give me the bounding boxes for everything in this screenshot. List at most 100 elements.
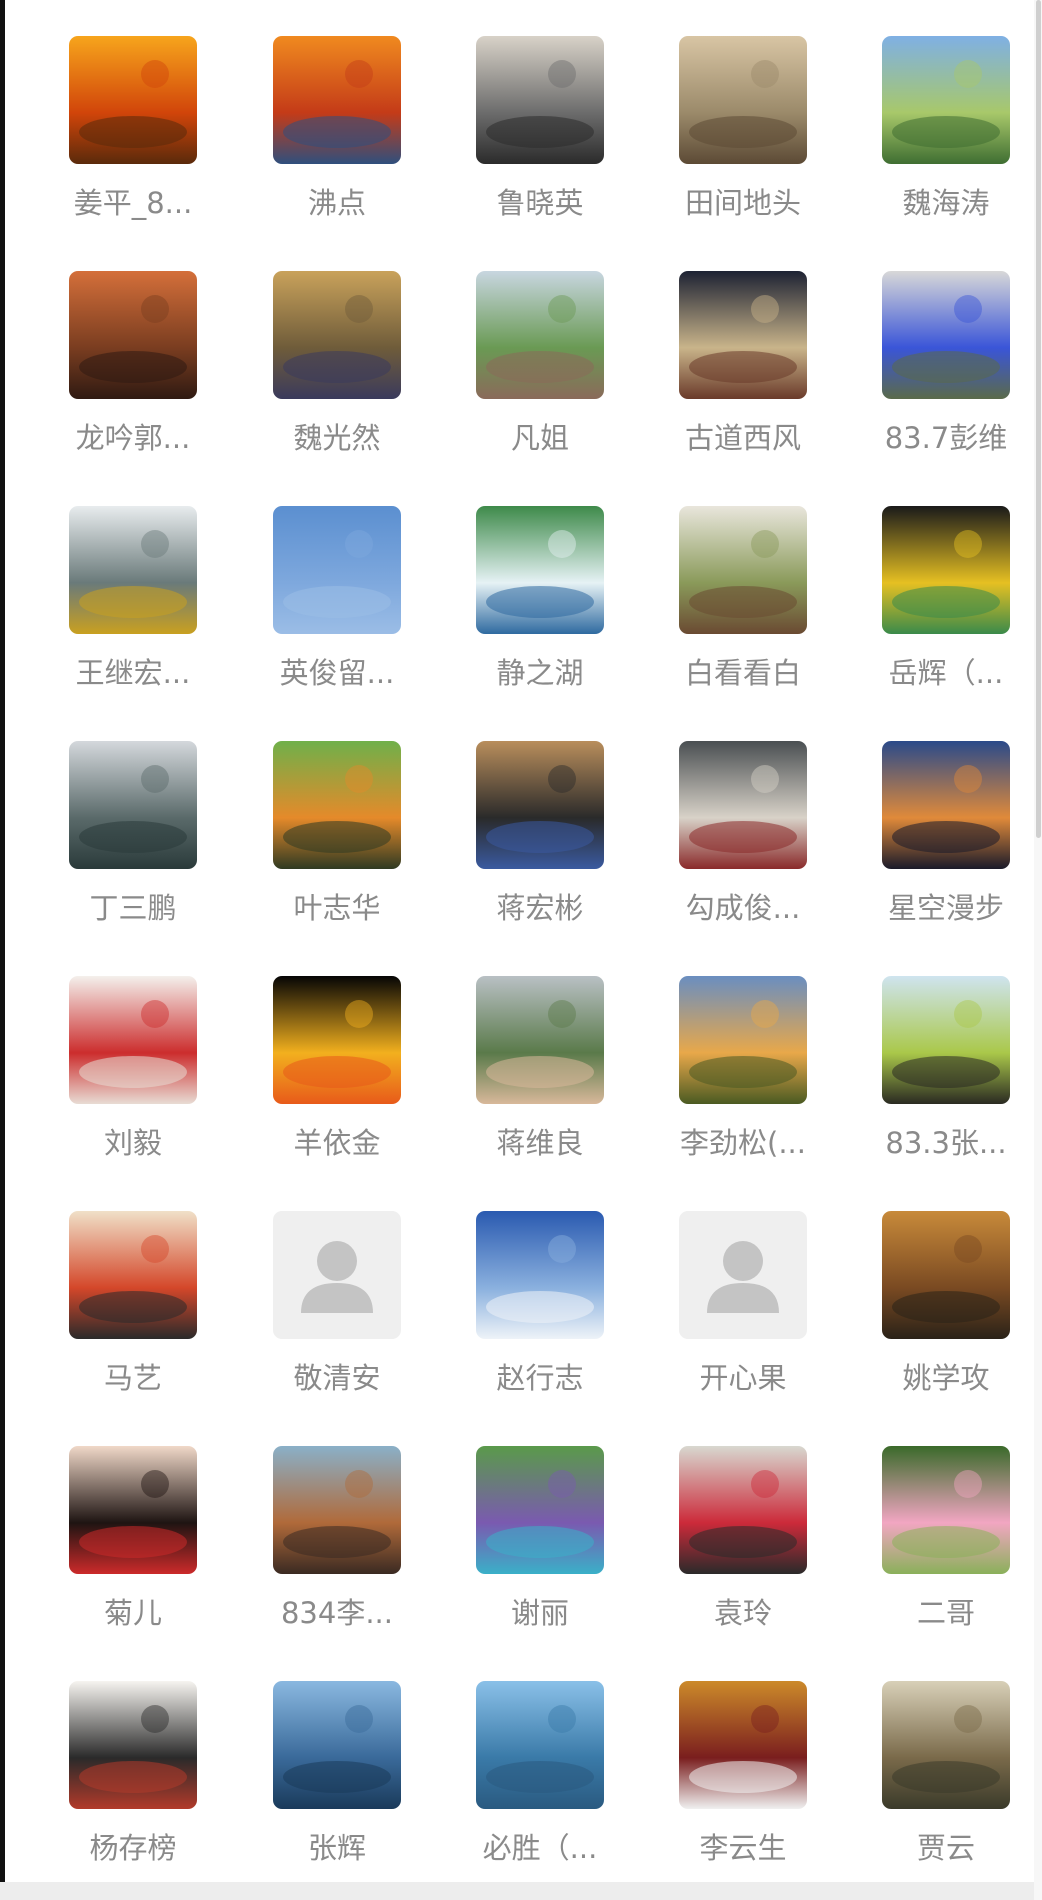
opera-art-icon bbox=[69, 1211, 197, 1339]
member-avatar[interactable] bbox=[273, 976, 401, 1104]
member-avatar[interactable] bbox=[679, 741, 807, 869]
member-avatar[interactable] bbox=[69, 271, 197, 399]
member-avatar[interactable] bbox=[476, 506, 604, 634]
member-item[interactable]: 岳辉（... bbox=[857, 506, 1037, 736]
member-item[interactable]: 马艺 bbox=[44, 1211, 224, 1441]
autumn-lake-icon bbox=[273, 1446, 401, 1574]
member-item[interactable]: 姜平_8... bbox=[44, 36, 224, 266]
member-item[interactable]: 李劲松(... bbox=[654, 976, 834, 1206]
member-avatar[interactable] bbox=[476, 1446, 604, 1574]
member-item[interactable]: 星空漫步 bbox=[857, 741, 1037, 971]
member-name: 贾云 bbox=[916, 1831, 975, 1865]
member-name: 英俊留... bbox=[279, 656, 395, 690]
member-item[interactable]: 赵行志 bbox=[451, 1211, 631, 1441]
member-avatar[interactable] bbox=[882, 976, 1010, 1104]
member-name: 二哥 bbox=[916, 1596, 975, 1630]
member-item[interactable]: 魏海涛 bbox=[857, 36, 1037, 266]
member-item[interactable]: 菊儿 bbox=[44, 1446, 224, 1676]
member-item[interactable]: 叶志华 bbox=[248, 741, 428, 971]
member-item[interactable]: 丁三鹏 bbox=[44, 741, 224, 971]
member-item[interactable]: 834李... bbox=[248, 1446, 428, 1676]
member-item[interactable]: 杨存榜 bbox=[44, 1681, 224, 1900]
member-item[interactable]: 刘毅 bbox=[44, 976, 224, 1206]
member-item[interactable]: 83.7彭维 bbox=[857, 271, 1037, 501]
sunset-person-icon bbox=[69, 36, 197, 164]
member-grid: 姜平_8... 沸点 鲁晓英 田间地头 魏海涛 龙吟郭... 魏光然 凡姐 古道… bbox=[0, 0, 1034, 1880]
horse-grassland-icon bbox=[882, 976, 1010, 1104]
member-avatar[interactable] bbox=[476, 1211, 604, 1339]
cartoon-star-icon bbox=[273, 976, 401, 1104]
member-avatar[interactable] bbox=[882, 1211, 1010, 1339]
member-avatar[interactable] bbox=[273, 1211, 401, 1339]
member-avatar[interactable] bbox=[476, 976, 604, 1104]
member-item[interactable]: 沸点 bbox=[248, 36, 428, 266]
member-item[interactable]: 田间地头 bbox=[654, 36, 834, 266]
member-avatar[interactable] bbox=[679, 506, 807, 634]
member-item[interactable]: 羊依金 bbox=[248, 976, 428, 1206]
member-item[interactable]: 勾成俊... bbox=[654, 741, 834, 971]
member-avatar[interactable] bbox=[69, 506, 197, 634]
member-avatar[interactable] bbox=[476, 741, 604, 869]
city-skyline-icon bbox=[882, 741, 1010, 869]
member-item[interactable]: 鲁晓英 bbox=[451, 36, 631, 266]
member-item[interactable]: 必胜（... bbox=[451, 1681, 631, 1900]
member-item[interactable]: 83.3张... bbox=[857, 976, 1037, 1206]
member-item[interactable]: 古道西风 bbox=[654, 271, 834, 501]
member-avatar[interactable] bbox=[882, 1681, 1010, 1809]
member-avatar[interactable] bbox=[69, 36, 197, 164]
member-item[interactable]: 姚学攻 bbox=[857, 1211, 1037, 1441]
member-avatar[interactable] bbox=[679, 271, 807, 399]
member-avatar[interactable] bbox=[273, 741, 401, 869]
member-item[interactable]: 蒋维良 bbox=[451, 976, 631, 1206]
member-item[interactable]: 谢丽 bbox=[451, 1446, 631, 1676]
member-avatar[interactable] bbox=[476, 271, 604, 399]
member-item[interactable]: 袁玲 bbox=[654, 1446, 834, 1676]
member-avatar[interactable] bbox=[69, 976, 197, 1104]
member-item[interactable]: 二哥 bbox=[857, 1446, 1037, 1676]
member-item[interactable]: 王继宏... bbox=[44, 506, 224, 736]
member-avatar[interactable] bbox=[69, 1446, 197, 1574]
member-avatar[interactable] bbox=[679, 1211, 807, 1339]
member-avatar[interactable] bbox=[69, 1681, 197, 1809]
scrollbar-thumb[interactable] bbox=[1036, 0, 1041, 838]
member-item[interactable]: 张辉 bbox=[248, 1681, 428, 1900]
member-name: 赵行志 bbox=[496, 1361, 584, 1395]
member-avatar[interactable] bbox=[69, 741, 197, 869]
member-avatar[interactable] bbox=[882, 1446, 1010, 1574]
member-name: 袁玲 bbox=[713, 1596, 772, 1630]
member-item[interactable]: 蒋宏彬 bbox=[451, 741, 631, 971]
member-avatar[interactable] bbox=[273, 271, 401, 399]
member-avatar[interactable] bbox=[273, 506, 401, 634]
member-item[interactable]: 静之湖 bbox=[451, 506, 631, 736]
member-avatar[interactable] bbox=[273, 1446, 401, 1574]
member-item[interactable]: 凡姐 bbox=[451, 271, 631, 501]
member-item[interactable]: 魏光然 bbox=[248, 271, 428, 501]
member-item[interactable]: 白看看白 bbox=[654, 506, 834, 736]
member-item[interactable]: 贾云 bbox=[857, 1681, 1037, 1900]
member-avatar[interactable] bbox=[273, 1681, 401, 1809]
restaurant-man-icon bbox=[679, 1681, 807, 1809]
member-avatar[interactable] bbox=[273, 36, 401, 164]
member-name: 凡姐 bbox=[510, 421, 569, 455]
member-avatar[interactable] bbox=[882, 741, 1010, 869]
member-item[interactable]: 龙吟郭... bbox=[44, 271, 224, 501]
member-avatar[interactable] bbox=[679, 1446, 807, 1574]
member-item[interactable]: 英俊留... bbox=[248, 506, 428, 736]
member-item[interactable]: 李云生 bbox=[654, 1681, 834, 1900]
member-avatar[interactable] bbox=[679, 1681, 807, 1809]
member-avatar[interactable] bbox=[69, 1211, 197, 1339]
member-avatar[interactable] bbox=[882, 271, 1010, 399]
glasses-portrait-icon bbox=[476, 741, 604, 869]
member-avatar[interactable] bbox=[679, 976, 807, 1104]
little-monk-icon bbox=[882, 1681, 1010, 1809]
member-avatar[interactable] bbox=[679, 36, 807, 164]
lavender-field-icon bbox=[476, 1446, 604, 1574]
member-item[interactable]: 开心果 bbox=[654, 1211, 834, 1441]
member-name: 白看看白 bbox=[684, 656, 801, 690]
member-item[interactable]: 敬清安 bbox=[248, 1211, 428, 1441]
member-avatar[interactable] bbox=[882, 506, 1010, 634]
member-avatar[interactable] bbox=[882, 36, 1010, 164]
fu-character-icon bbox=[69, 976, 197, 1104]
member-avatar[interactable] bbox=[476, 1681, 604, 1809]
member-avatar[interactable] bbox=[476, 36, 604, 164]
